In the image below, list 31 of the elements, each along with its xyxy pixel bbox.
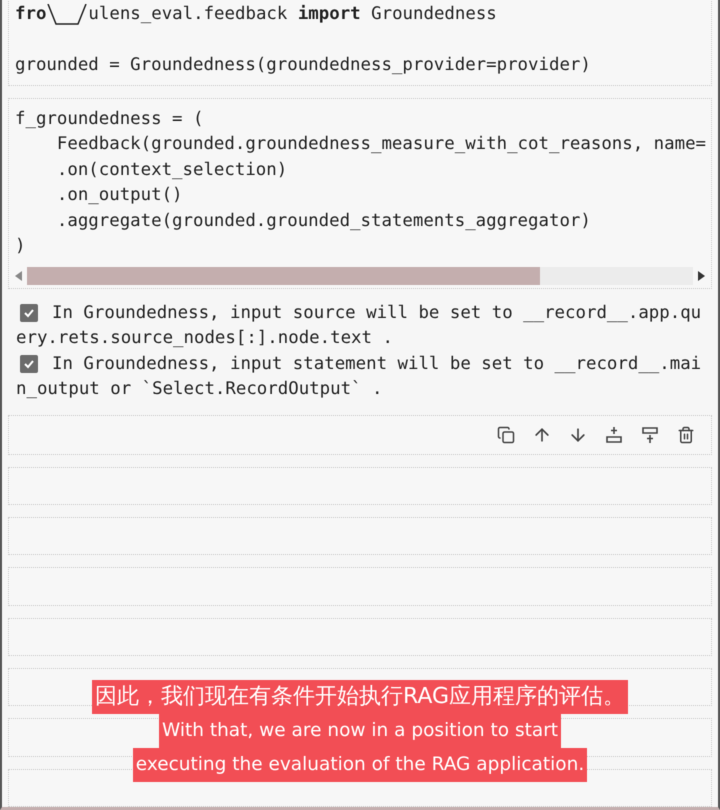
empty-cell[interactable] bbox=[8, 516, 712, 556]
active-cell[interactable] bbox=[8, 414, 712, 454]
subtitle-overlay: With that, we are now in a position to start bbox=[158, 714, 562, 748]
empty-cell[interactable] bbox=[8, 567, 712, 606]
subtitle-overlay: 因此，我们现在有条件开始执行RAG应用程序的评估。 bbox=[92, 680, 628, 714]
output-text: In Groundedness, input source will be set to __record__.app.qu bbox=[52, 302, 702, 324]
checkbox[interactable] bbox=[20, 304, 38, 322]
code-cell[interactable]: f_groundedness = ( Feedback(grounded.groundedness_measure_with_cot_reasons, name= .on(context_selection) .on_output() .aggregate(grounded.grounded_statements_aggregator) ) bbox=[8, 98, 712, 288]
horizontal-scrollbar[interactable] bbox=[27, 266, 693, 284]
code-cell[interactable]: fro ulens_eval.feedback import Groundedness grounded = Groundedness(groundedness_provider=provider) bbox=[8, 0, 712, 86]
scroll-left-icon[interactable] bbox=[15, 270, 23, 280]
code-text: fro bbox=[15, 3, 46, 26]
output-text: ery.rets.source_nodes[:].node.text . bbox=[16, 327, 393, 350]
output-text: In Groundedness, input statement will be set to __record__.mai bbox=[52, 352, 702, 376]
code-text: .on_output() bbox=[56, 184, 183, 207]
empty-cell[interactable] bbox=[8, 618, 712, 656]
code-text: .on(context_selection) bbox=[56, 158, 288, 182]
code-text: f_groundedness = ( bbox=[15, 108, 204, 130]
notch-drawing bbox=[46, 4, 88, 26]
checkmark-icon bbox=[23, 358, 35, 370]
output-text: n_output or `Select.RecordOutput` . bbox=[16, 378, 382, 401]
code-text: ) bbox=[15, 235, 26, 258]
code-text: .aggregate(grounded.grounded_statements_aggregator) bbox=[56, 210, 591, 232]
scroll-right-icon[interactable] bbox=[697, 270, 705, 280]
code-text: ulens_eval.feedback import Groundedness bbox=[88, 3, 497, 26]
checkbox[interactable] bbox=[20, 355, 38, 374]
subtitle-overlay: executing the evaluation of the RAG application. bbox=[132, 748, 588, 782]
empty-cell[interactable] bbox=[8, 466, 712, 505]
code-text: grounded = Groundedness(groundedness_provider=provider) bbox=[15, 54, 591, 77]
code-text: Feedback(grounded.groundedness_measure_with_cot_reasons, name= bbox=[56, 133, 706, 156]
checkmark-icon bbox=[23, 307, 35, 320]
